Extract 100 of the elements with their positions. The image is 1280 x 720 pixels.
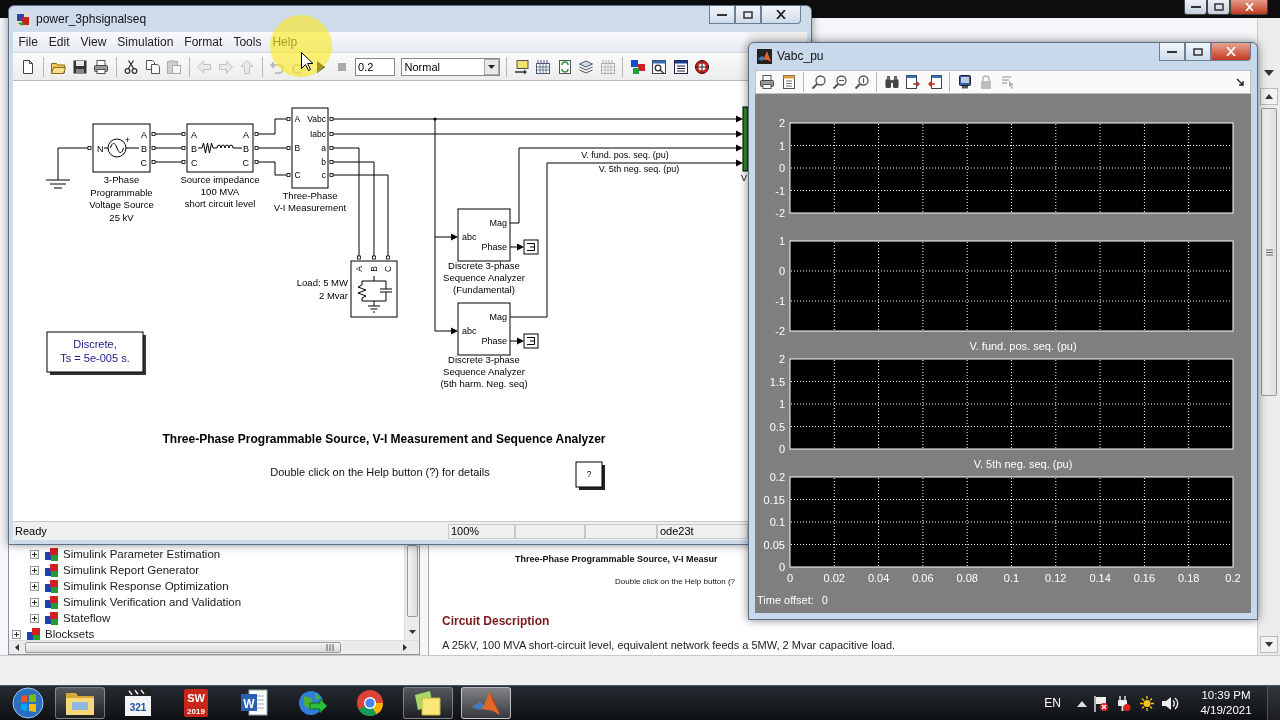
- notes-icon[interactable]: [412, 688, 444, 718]
- sun-icon[interactable]: [1137, 694, 1155, 712]
- vertical-scrollbar[interactable]: [1257, 18, 1280, 655]
- taskbar-button[interactable]: 321: [113, 687, 163, 719]
- port-label: a: [321, 143, 326, 153]
- restore-button[interactable]: [1207, 0, 1230, 15]
- caret-icon[interactable]: [483, 58, 499, 75]
- printer-icon[interactable]: [759, 74, 775, 90]
- document-icon[interactable]: [20, 58, 36, 75]
- layers-icon[interactable]: [578, 58, 594, 75]
- stop-time-field[interactable]: 0.2: [355, 57, 395, 76]
- port-label: Phase: [481, 242, 507, 252]
- up-triangle-icon[interactable]: [1077, 699, 1087, 707]
- box-arrow-icon[interactable]: [513, 58, 530, 75]
- minimize-icon: [717, 12, 727, 17]
- printer-icon[interactable]: [93, 58, 109, 75]
- magnifier-icon[interactable]: [810, 74, 827, 90]
- tree-item[interactable]: Simulink Parameter Estimation: [63, 548, 221, 560]
- language-indicator[interactable]: EN: [1044, 696, 1061, 710]
- copy-icon[interactable]: [144, 58, 161, 75]
- taskbar-button[interactable]: [55, 687, 105, 719]
- menu-item[interactable]: View: [75, 35, 112, 49]
- minimize-button[interactable]: [709, 6, 735, 24]
- horizontal-scrollbar[interactable]: [9, 640, 419, 654]
- grip-icon: [1265, 248, 1273, 256]
- globe-arrow-icon[interactable]: [296, 688, 328, 718]
- page-arrow-icon[interactable]: [926, 74, 943, 90]
- taskbar-button[interactable]: W: [229, 687, 279, 719]
- flag-icon[interactable]: [1093, 694, 1109, 712]
- signal-arrow: [509, 337, 524, 345]
- dropdown-arrow-icon[interactable]: [1264, 70, 1274, 76]
- maximize-button[interactable]: [735, 6, 761, 24]
- expand-icon[interactable]: [12, 629, 21, 639]
- binoculars-icon[interactable]: [883, 74, 900, 90]
- tree-item[interactable]: Simulink Verification and Validation: [63, 596, 242, 608]
- expand-icon[interactable]: [30, 613, 39, 623]
- clock-time[interactable]: 10:39 PM: [1201, 688, 1251, 703]
- clock-date[interactable]: 4/19/2021: [1200, 703, 1252, 718]
- diagram-canvas[interactable]: [13, 81, 748, 521]
- port-label: Mag: [489, 218, 507, 228]
- target-icon[interactable]: [694, 58, 710, 75]
- taskbar-button[interactable]: [403, 687, 453, 719]
- block-label: ?: [586, 469, 592, 479]
- x-tick-label: 0.2: [1225, 572, 1241, 584]
- close-button[interactable]: [761, 6, 801, 24]
- minimize-button[interactable]: [1184, 0, 1207, 15]
- port-label: Phase: [481, 336, 507, 346]
- plug-icon[interactable]: [1115, 694, 1131, 712]
- menu-item[interactable]: Tools: [227, 35, 267, 49]
- y-tick-label: 1: [778, 398, 785, 410]
- document-list-icon[interactable]: [780, 74, 797, 90]
- grid-icon[interactable]: [535, 58, 551, 75]
- maximize-button[interactable]: [1185, 43, 1211, 61]
- x-tick-label: 0.12: [1045, 572, 1067, 584]
- simulation-mode-dropdown[interactable]: Normal: [400, 57, 500, 76]
- expand-icon[interactable]: [30, 565, 39, 575]
- maximize-icon: [743, 10, 753, 19]
- minimize-button[interactable]: [1159, 43, 1185, 61]
- wire: [257, 147, 288, 149]
- menu-item[interactable]: Simulation: [111, 35, 179, 49]
- colored-blocks-icon[interactable]: [629, 58, 646, 75]
- monitor-icon[interactable]: [956, 74, 973, 90]
- expand-icon[interactable]: [30, 597, 39, 607]
- scroll-thumb[interactable]: [406, 545, 418, 617]
- magnifier-icon[interactable]: [832, 74, 848, 90]
- page-heading: Three-Phase Programmable Source, V-I Measur: [515, 554, 718, 564]
- menu-item[interactable]: Edit: [43, 35, 76, 49]
- expand-icon[interactable]: [30, 549, 39, 559]
- wire: [154, 161, 183, 163]
- menu-item[interactable]: Format: [178, 35, 228, 49]
- block-label: Load: 5 MW 2 Mvar: [296, 277, 348, 301]
- start-button[interactable]: [9, 686, 47, 720]
- speaker-icon[interactable]: [1161, 694, 1179, 712]
- vertical-scrollbar[interactable]: [404, 545, 419, 640]
- taskbar-button[interactable]: SW 2019: [171, 687, 221, 719]
- round-logo-icon[interactable]: [354, 688, 386, 718]
- magnifier-window-icon[interactable]: [651, 58, 667, 75]
- page-arrows-icon[interactable]: [556, 58, 573, 75]
- taskbar-button[interactable]: [461, 687, 511, 719]
- tree-item[interactable]: Simulink Response Optimization: [63, 580, 229, 592]
- terminator-icon: [523, 239, 539, 255]
- scroll-thumb[interactable]: [25, 642, 341, 653]
- menu-item[interactable]: File: [13, 35, 44, 49]
- close-button[interactable]: [1230, 0, 1268, 15]
- tree-item[interactable]: Simulink Report Generator: [63, 564, 200, 576]
- tree-item[interactable]: Blocksets: [45, 628, 95, 640]
- expand-icon[interactable]: [30, 581, 39, 591]
- scissors-icon[interactable]: [123, 58, 139, 75]
- magnifier-icon[interactable]: [853, 74, 870, 90]
- dock-arrow-icon[interactable]: [1236, 77, 1246, 87]
- ground-icon: [45, 175, 71, 189]
- peak-logo-icon: [757, 48, 772, 64]
- window-grid-icon[interactable]: [672, 58, 689, 75]
- port-label: Vabc: [307, 114, 326, 124]
- page-arrow-icon[interactable]: [905, 74, 921, 90]
- axes-title: V. fund. pos. seq. (pu): [969, 340, 1077, 353]
- port-label: c: [321, 170, 326, 180]
- wire: [57, 147, 89, 177]
- tree-item[interactable]: Stateflow: [63, 612, 111, 624]
- scroll-thumb[interactable]: [1261, 108, 1277, 396]
